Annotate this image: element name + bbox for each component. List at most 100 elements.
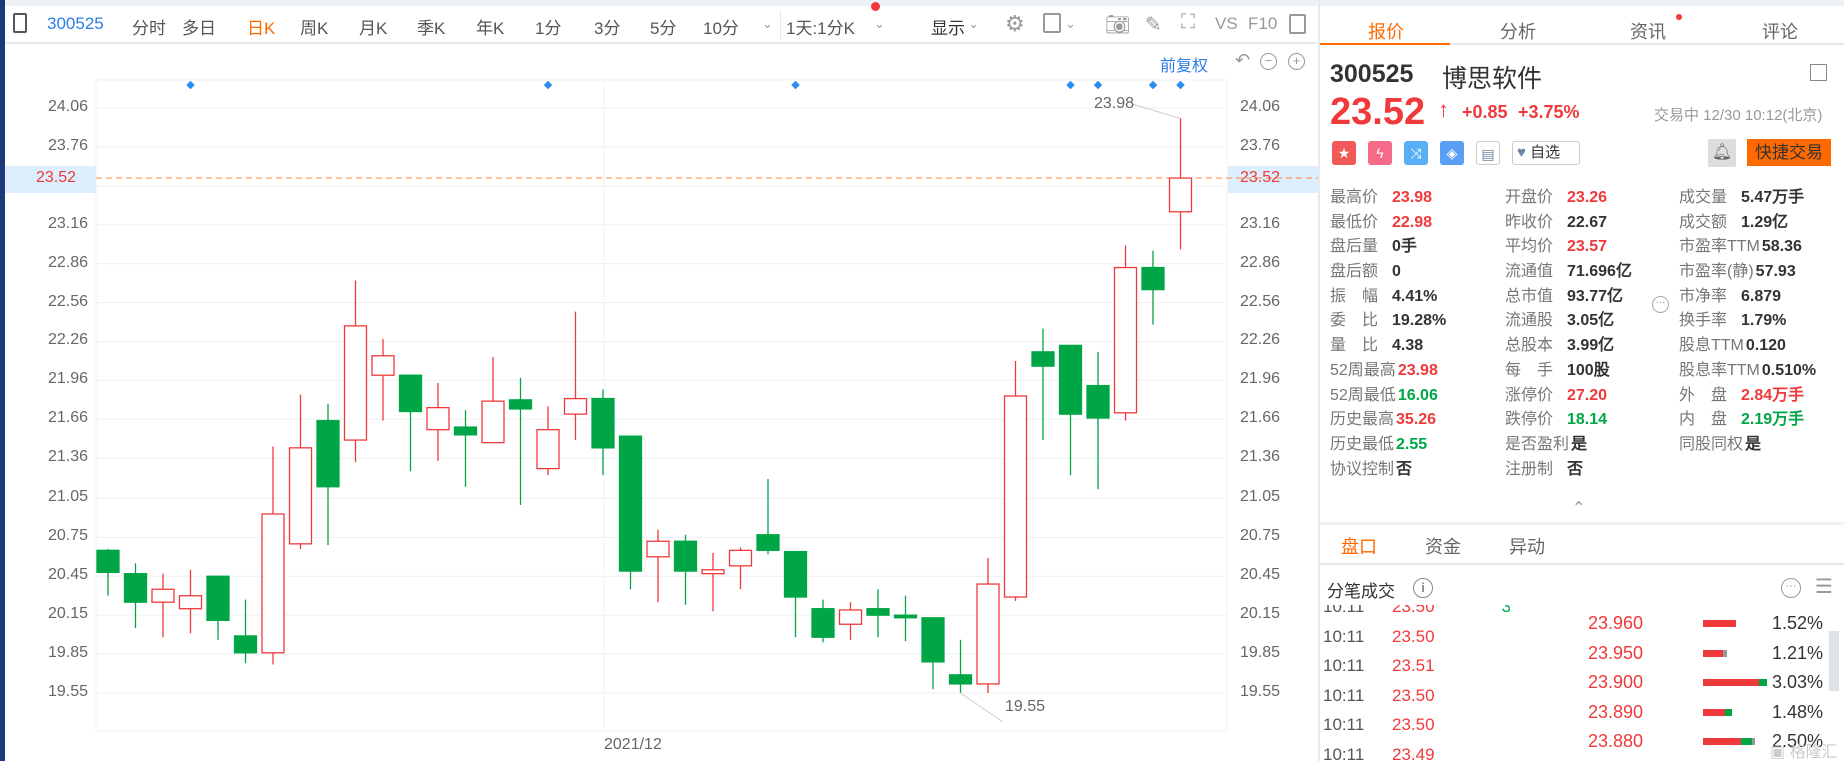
quick-trade-button[interactable]: 快捷交易	[1747, 139, 1831, 166]
y-tick-label: 22.86	[1240, 253, 1281, 271]
stat-value: 否	[1396, 460, 1413, 478]
candle-down	[1141, 266, 1165, 291]
tick-time: 10:11	[1323, 626, 1365, 646]
stat-row: 外 盘 2.84万手	[1679, 384, 1816, 409]
bookmark-icon[interactable]: ▤	[1476, 141, 1500, 165]
candle-up	[563, 397, 588, 415]
up-arrow-icon: ↑	[1438, 97, 1449, 122]
stat-row: 振 幅 4.41%	[1330, 285, 1446, 310]
event-marker-icon	[186, 80, 195, 90]
candle-down	[206, 575, 230, 622]
stat-value: 0.120	[1745, 337, 1786, 355]
more-options-icon[interactable]: ···	[1781, 578, 1801, 598]
candle-down	[756, 534, 780, 551]
dist-percent: 1.52%	[1771, 613, 1823, 633]
subtab-orderbook[interactable]: 盘口	[1341, 533, 1377, 559]
stock-name: 博思软件	[1442, 65, 1543, 93]
china-flag-icon[interactable]: ★	[1332, 141, 1356, 165]
price-change-pct: +3.75%	[1518, 102, 1580, 122]
stat-row: 市净率 6.879	[1679, 285, 1816, 310]
tab-comments[interactable]: 评论	[1714, 18, 1844, 44]
stat-row: 协议控制否	[1330, 458, 1446, 483]
stat-value: 22.67	[1567, 213, 1608, 231]
tick-time: 10:11	[1323, 744, 1365, 762]
bell-icon[interactable]: 🔔︎	[1708, 139, 1736, 167]
stat-value: 19.28%	[1392, 312, 1447, 330]
stat-value: 4.41%	[1392, 287, 1438, 305]
watchlist-label: 自选	[1530, 144, 1561, 161]
stock-code: 300525	[1330, 60, 1414, 88]
shuffle-icon[interactable]: ⤨	[1404, 141, 1428, 165]
stat-label: 注册制	[1505, 460, 1554, 478]
subtab-funds[interactable]: 资金	[1425, 533, 1461, 559]
y-tick-label: 22.26	[48, 331, 89, 349]
dist-bar-r	[1703, 738, 1742, 745]
stat-value: 35.26	[1396, 411, 1437, 429]
stat-value: 1.79%	[1741, 312, 1787, 330]
watchlist-button[interactable]: ♥ 自选	[1512, 141, 1580, 165]
tick-time: 10:11	[1323, 656, 1365, 675]
y-tick-label: 23.16	[48, 214, 89, 232]
y-tick-label: 24.06	[1240, 98, 1281, 115]
dist-percent: 3.03%	[1771, 672, 1823, 692]
stat-value: 23.98	[1397, 361, 1438, 379]
lightning-icon[interactable]: ϟ	[1368, 141, 1392, 165]
candle-down	[893, 614, 918, 619]
tag-icon[interactable]: ◈	[1440, 141, 1464, 165]
stat-label: 盘后量	[1330, 238, 1379, 256]
subtab-movements[interactable]: 异动	[1509, 533, 1545, 559]
tick-price: 23.50	[1392, 715, 1435, 734]
min-leader-line	[960, 692, 1004, 723]
stat-value: 是	[1745, 435, 1762, 453]
stat-label: 流通值	[1505, 263, 1554, 281]
stat-value: 58.36	[1761, 238, 1802, 256]
watermark-logo: ▣ 格隆汇	[1770, 744, 1838, 761]
stat-row: 股息率TTM 0.510%	[1679, 359, 1816, 384]
active-tab-underline	[1320, 43, 1450, 45]
stat-label: 52周最高	[1330, 361, 1396, 379]
stat-label: 总股本	[1505, 337, 1554, 355]
tab-news[interactable]: 资讯	[1582, 18, 1714, 44]
candle-down	[233, 635, 258, 654]
stat-value: 3.99亿	[1567, 337, 1615, 355]
candle-down	[316, 419, 340, 488]
info-icon[interactable]: i	[1413, 578, 1433, 598]
stat-label: 市盈率(静)	[1679, 263, 1754, 281]
candle-down	[866, 608, 890, 616]
news-dot	[1676, 14, 1682, 20]
stat-row: 成交额 1.29亿	[1679, 211, 1816, 236]
stat-value: 18.14	[1567, 411, 1608, 429]
kline-chart[interactable]	[0, 0, 1318, 761]
tab-quote[interactable]: 报价	[1320, 18, 1452, 44]
candle-down	[453, 426, 478, 436]
collapse-chevron-icon[interactable]: ⌃	[1572, 498, 1585, 518]
dist-percent: 1.48%	[1771, 701, 1823, 722]
y-tick-label: 20.15	[48, 605, 89, 623]
list-icon[interactable]: ☰	[1815, 574, 1833, 599]
candle-down	[123, 573, 148, 603]
stat-value: 3.05亿	[1567, 312, 1615, 330]
tick-price: 23.50	[1392, 685, 1435, 705]
scrollbar[interactable]	[1829, 631, 1839, 691]
quote-tabs: 报价 分析 资讯 评论	[1320, 6, 1844, 45]
more-icon[interactable]: ···	[1652, 296, 1669, 313]
tick-time: 10:11	[1323, 715, 1365, 734]
y-tick-label: 23.76	[48, 136, 89, 154]
y-tick-label: 22.56	[1240, 292, 1281, 310]
trade-status: 交易中 12/30 10:12(北京)	[1654, 107, 1823, 124]
stat-value: 4.38	[1392, 337, 1424, 355]
tick-volume: 29	[1460, 681, 1510, 710]
y-tick-label: 20.75	[48, 527, 89, 545]
stat-row: 盘后额 0	[1330, 260, 1446, 285]
stat-label: 同股同权	[1679, 435, 1744, 453]
stat-value: 0手	[1392, 238, 1417, 256]
stat-row: 历史最高 35.26	[1330, 408, 1446, 433]
menu-icon[interactable]	[1810, 64, 1827, 81]
current-price: 23.52	[1330, 91, 1426, 133]
stat-label: 历史最高	[1330, 411, 1395, 429]
stat-value: 1.29亿	[1741, 213, 1789, 231]
candle-up	[1003, 395, 1028, 598]
tab-analysis[interactable]: 分析	[1452, 18, 1584, 44]
stat-label: 内 盘	[1679, 411, 1728, 429]
y-tick-label: 20.45	[1240, 566, 1281, 584]
